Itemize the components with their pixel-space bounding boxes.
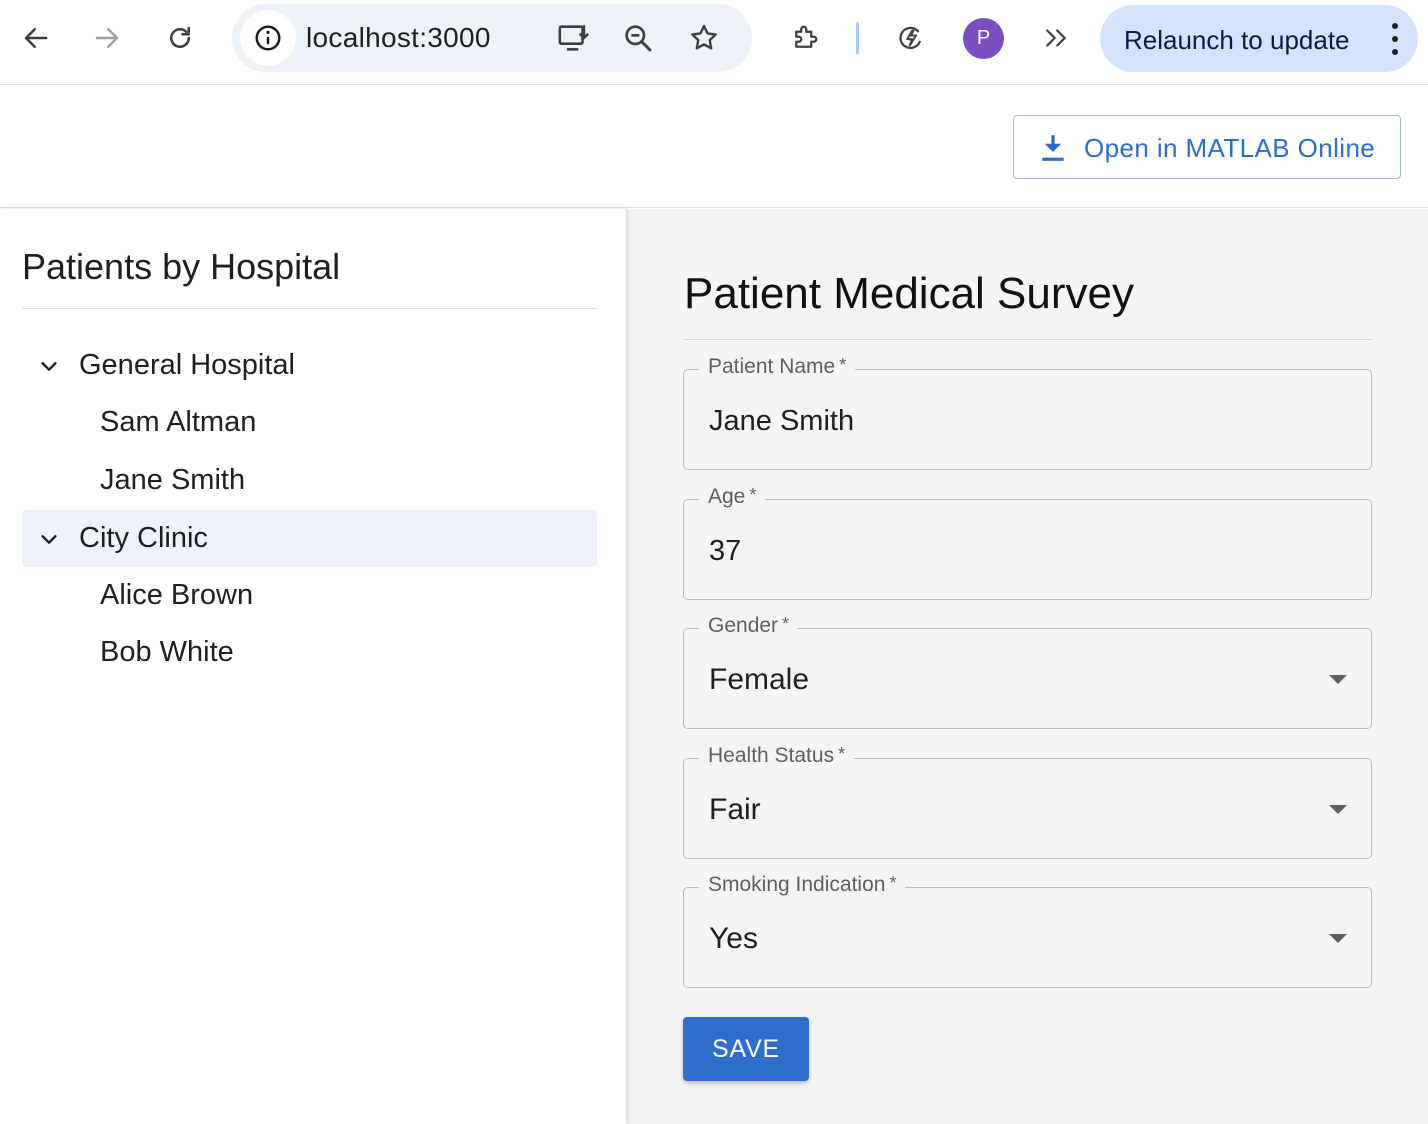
tree-item-alice-brown[interactable]: Alice Brown xyxy=(22,567,597,624)
forward-button[interactable] xyxy=(83,14,131,62)
patient-name-field[interactable]: Patient Name * Jane Smith xyxy=(683,355,1372,470)
extensions-button[interactable] xyxy=(781,14,829,62)
form-divider xyxy=(684,339,1372,340)
tree-group-city-clinic[interactable]: City Clinic xyxy=(22,510,597,567)
address-bar[interactable]: localhost:3000 xyxy=(232,4,752,72)
tree-item-label: Alice Brown xyxy=(100,579,254,611)
sidebar-title: Patients by Hospital xyxy=(22,246,341,287)
site-info-button[interactable] xyxy=(240,10,296,66)
smoking-indication-select[interactable]: Smoking Indication * Yes xyxy=(683,873,1372,988)
tree-item-label: Sam Altman xyxy=(100,406,257,438)
smoking-indication-value[interactable]: Yes xyxy=(709,922,758,956)
performance-icon xyxy=(899,26,921,49)
extensions-icon xyxy=(795,25,818,48)
more-tools-icon xyxy=(1046,29,1066,47)
form-title: Patient Medical Survey xyxy=(684,269,1134,318)
forward-arrow-icon xyxy=(95,28,119,48)
age-value[interactable]: 37 xyxy=(709,535,741,568)
field-label: Patient Name * xyxy=(699,355,856,379)
tree-group-label: City Clinic xyxy=(79,522,208,554)
dropdown-arrow-icon[interactable] xyxy=(1329,934,1347,943)
tree-group-label: General Hospital xyxy=(79,349,295,381)
zoom-icon xyxy=(625,25,652,52)
field-label: Health Status * xyxy=(699,744,855,768)
chevron-down-icon[interactable] xyxy=(38,355,60,377)
field-label: Age * xyxy=(699,485,766,509)
field-label: Smoking Indication * xyxy=(699,873,906,897)
install-app-button[interactable] xyxy=(556,20,592,56)
reload-button[interactable] xyxy=(156,14,204,62)
survey-panel: Patient Medical Survey Patient Name * Jan… xyxy=(626,209,1428,1124)
gender-select[interactable]: Gender * Female xyxy=(683,614,1372,729)
zoom-button[interactable] xyxy=(620,20,656,56)
relaunch-to-update-button[interactable]: Relaunch to update xyxy=(1100,5,1418,72)
tree-item-bob-white[interactable]: Bob White xyxy=(22,624,597,681)
tree-item-jane-smith[interactable]: Jane Smith xyxy=(22,452,597,509)
patients-sidebar: Patients by Hospital General Hospital Sa… xyxy=(0,209,626,1124)
health-status-value[interactable]: Fair xyxy=(709,793,761,827)
back-arrow-icon xyxy=(24,28,48,48)
dropdown-arrow-icon[interactable] xyxy=(1329,805,1347,814)
bookmark-button[interactable] xyxy=(686,20,722,56)
chevron-down-icon[interactable] xyxy=(38,528,60,550)
tree-item-label: Bob White xyxy=(100,636,234,668)
relaunch-label: Relaunch to update xyxy=(1124,25,1350,55)
open-in-matlab-button[interactable]: Open in MATLAB Online xyxy=(1013,115,1401,179)
reload-icon xyxy=(170,26,190,48)
performance-button[interactable] xyxy=(887,14,935,62)
more-tools-button[interactable] xyxy=(1032,14,1080,62)
profile-avatar[interactable]: P xyxy=(963,18,1004,59)
download-icon xyxy=(1042,135,1064,161)
sidebar-divider xyxy=(22,308,597,309)
tree-group-general-hospital[interactable]: General Hospital xyxy=(22,337,597,394)
age-field[interactable]: Age * 37 xyxy=(683,485,1372,600)
dropdown-arrow-icon[interactable] xyxy=(1329,675,1347,684)
patient-name-value[interactable]: Jane Smith xyxy=(709,405,854,438)
field-label: Gender * xyxy=(699,614,799,638)
tree-item-label: Jane Smith xyxy=(100,464,246,496)
browser-toolbar: localhost:3000 P Relaunch to update xyxy=(0,0,1428,85)
site-info-icon xyxy=(255,25,281,51)
open-in-matlab-label: Open in MATLAB Online xyxy=(1084,133,1376,163)
tree-item-sam-altman[interactable]: Sam Altman xyxy=(22,394,597,451)
menu-kebab-icon xyxy=(1390,23,1400,55)
profile-initial: P xyxy=(976,27,991,49)
install-app-icon xyxy=(558,25,590,51)
back-button[interactable] xyxy=(12,14,60,62)
url-text[interactable]: localhost:3000 xyxy=(306,22,491,54)
toolbar-divider xyxy=(856,22,859,54)
bookmark-star-icon xyxy=(691,24,717,50)
app-header: Open in MATLAB Online xyxy=(0,86,1428,208)
health-status-select[interactable]: Health Status * Fair xyxy=(683,744,1372,859)
save-button[interactable]: SAVE xyxy=(683,1017,809,1081)
gender-value[interactable]: Female xyxy=(709,663,809,697)
